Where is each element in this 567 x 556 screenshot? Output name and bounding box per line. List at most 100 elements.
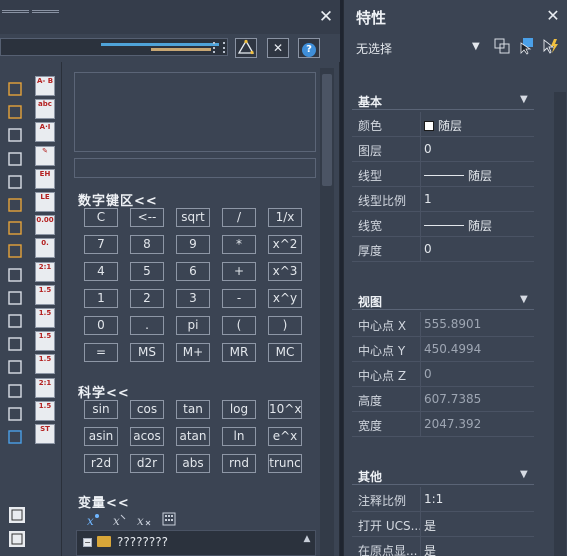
- scientific-key[interactable]: e^x: [268, 427, 302, 446]
- calc-key[interactable]: x^3: [268, 262, 302, 281]
- dimension-tool-icon[interactable]: 1.5: [35, 354, 55, 375]
- dimension-tool-icon[interactable]: 1.5: [35, 331, 55, 352]
- property-group-header[interactable]: 视图 ▼: [352, 290, 534, 310]
- property-row[interactable]: 线型比例 1: [352, 187, 534, 212]
- text-tool-icon[interactable]: [8, 506, 28, 526]
- dimension-tool-icon[interactable]: 2:1: [35, 377, 55, 398]
- calc-key[interactable]: M+: [176, 343, 210, 362]
- property-group-header[interactable]: 其他 ▼: [352, 465, 534, 485]
- sphere-icon[interactable]: [6, 405, 26, 425]
- calc-scrollbar[interactable]: [320, 68, 334, 556]
- edit-variable-icon[interactable]: x: [110, 512, 128, 530]
- calc-key[interactable]: *: [222, 235, 256, 254]
- dimension-tool-icon[interactable]: 1.5: [35, 308, 55, 328]
- tape-icon[interactable]: [6, 80, 26, 100]
- scientific-key[interactable]: tan: [176, 400, 210, 419]
- scientific-key[interactable]: d2r: [130, 454, 164, 473]
- scientific-key[interactable]: acos: [130, 427, 164, 446]
- calc-key[interactable]: MC: [268, 343, 302, 362]
- calc-key[interactable]: 2: [130, 289, 164, 308]
- calc-key[interactable]: x^2: [268, 235, 302, 254]
- calc-key[interactable]: 0: [84, 316, 118, 335]
- calc-key[interactable]: +: [222, 262, 256, 281]
- calc-key[interactable]: (: [222, 316, 256, 335]
- calc-key[interactable]: 8: [130, 235, 164, 254]
- scientific-section-title[interactable]: 科学<<: [78, 382, 130, 401]
- rect-icon[interactable]: [6, 312, 26, 332]
- close-icon[interactable]: ✕: [545, 7, 561, 25]
- calc-key[interactable]: sqrt: [176, 208, 210, 227]
- numpad-section-title[interactable]: 数字键区<<: [78, 190, 158, 209]
- calc-key[interactable]: pi: [176, 316, 210, 335]
- calc-key[interactable]: MS: [130, 343, 164, 362]
- rect-icon[interactable]: [6, 382, 26, 402]
- dimension-tool-icon[interactable]: 0.: [35, 238, 55, 259]
- toggle-pickadd-button[interactable]: [492, 37, 512, 57]
- text-tool-icon[interactable]: [8, 530, 28, 550]
- calc-key[interactable]: =: [84, 343, 118, 362]
- history-slider[interactable]: [0, 38, 228, 56]
- calc-history-area[interactable]: [74, 72, 316, 152]
- property-row[interactable]: 线型 随层: [352, 162, 534, 187]
- dimension-tool-icon[interactable]: 2:1: [35, 261, 55, 282]
- move-icon[interactable]: [6, 126, 26, 146]
- rotate-icon[interactable]: [6, 150, 26, 170]
- property-row[interactable]: 中心点 Z 0: [352, 362, 534, 387]
- dimension-tool-icon[interactable]: abc: [35, 99, 55, 120]
- dimension-tool-icon[interactable]: ST: [35, 424, 55, 444]
- delete-variable-icon[interactable]: x: [134, 512, 152, 530]
- scientific-key[interactable]: log: [222, 400, 256, 419]
- property-row[interactable]: 注释比例 1:1: [352, 487, 534, 512]
- scale-icon[interactable]: [6, 173, 26, 193]
- scientific-key[interactable]: trunc: [268, 454, 302, 473]
- calc-key[interactable]: 1/x: [268, 208, 302, 227]
- property-row[interactable]: 厚度 0: [352, 237, 534, 262]
- rect-icon[interactable]: [6, 289, 26, 309]
- grid-icon[interactable]: [6, 103, 26, 123]
- help-button[interactable]: ?: [298, 38, 320, 58]
- dimension-tool-icon[interactable]: ✎: [35, 145, 55, 166]
- property-row[interactable]: 打开 UCS... 是: [352, 512, 534, 537]
- calc-key[interactable]: x^y: [268, 289, 302, 308]
- dimension-tool-icon[interactable]: A·I: [35, 122, 55, 143]
- dimension-tool-icon[interactable]: LE: [35, 192, 55, 212]
- dimension-tool-icon[interactable]: 0.00: [35, 215, 55, 236]
- calc-key[interactable]: 4: [84, 262, 118, 281]
- dimension-tool-icon[interactable]: A- B: [35, 76, 55, 96]
- scientific-key[interactable]: rnd: [222, 454, 256, 473]
- property-row[interactable]: 在原点显... 是: [352, 537, 534, 556]
- selection-dropdown[interactable]: 无选择 ▼: [352, 37, 486, 57]
- property-row[interactable]: 中心点 X 555.8901: [352, 312, 534, 337]
- calc-key[interactable]: 9: [176, 235, 210, 254]
- calc-key[interactable]: 6: [176, 262, 210, 281]
- line-icon[interactable]: [6, 219, 26, 239]
- dimension-tool-icon[interactable]: 1.5: [35, 400, 55, 421]
- calc-input-field[interactable]: [74, 158, 316, 178]
- select-objects-button[interactable]: [517, 37, 537, 57]
- clear-button[interactable]: ✕: [267, 38, 289, 58]
- calc-key[interactable]: 1: [84, 289, 118, 308]
- flag-icon[interactable]: [6, 428, 26, 448]
- calc-key[interactable]: <--: [130, 208, 164, 227]
- scroll-up-icon[interactable]: ▲: [300, 534, 314, 548]
- variable-category-label[interactable]: ????????: [117, 535, 168, 549]
- scientific-key[interactable]: 10^x: [268, 400, 302, 419]
- property-row[interactable]: 宽度 2047.392: [352, 412, 534, 437]
- calc-key[interactable]: 5: [130, 262, 164, 281]
- quick-select-button[interactable]: [541, 37, 561, 57]
- slider-handle[interactable]: [213, 42, 225, 53]
- dimension-tool-icon[interactable]: 1.5: [35, 284, 55, 305]
- scientific-key[interactable]: ln: [222, 427, 256, 446]
- scientific-key[interactable]: abs: [176, 454, 210, 473]
- scientific-key[interactable]: asin: [84, 427, 118, 446]
- palette-grip[interactable]: [2, 2, 62, 13]
- scientific-key[interactable]: cos: [130, 400, 164, 419]
- calc-key[interactable]: -: [222, 289, 256, 308]
- property-row[interactable]: 中心点 Y 450.4994: [352, 337, 534, 362]
- calc-key[interactable]: 3: [176, 289, 210, 308]
- calc-key[interactable]: ): [268, 316, 302, 335]
- calc-key[interactable]: 7: [84, 235, 118, 254]
- scientific-key[interactable]: atan: [176, 427, 210, 446]
- properties-titlebar[interactable]: 特性 ✕: [344, 0, 567, 32]
- property-group-header[interactable]: 基本 ▼: [352, 90, 534, 110]
